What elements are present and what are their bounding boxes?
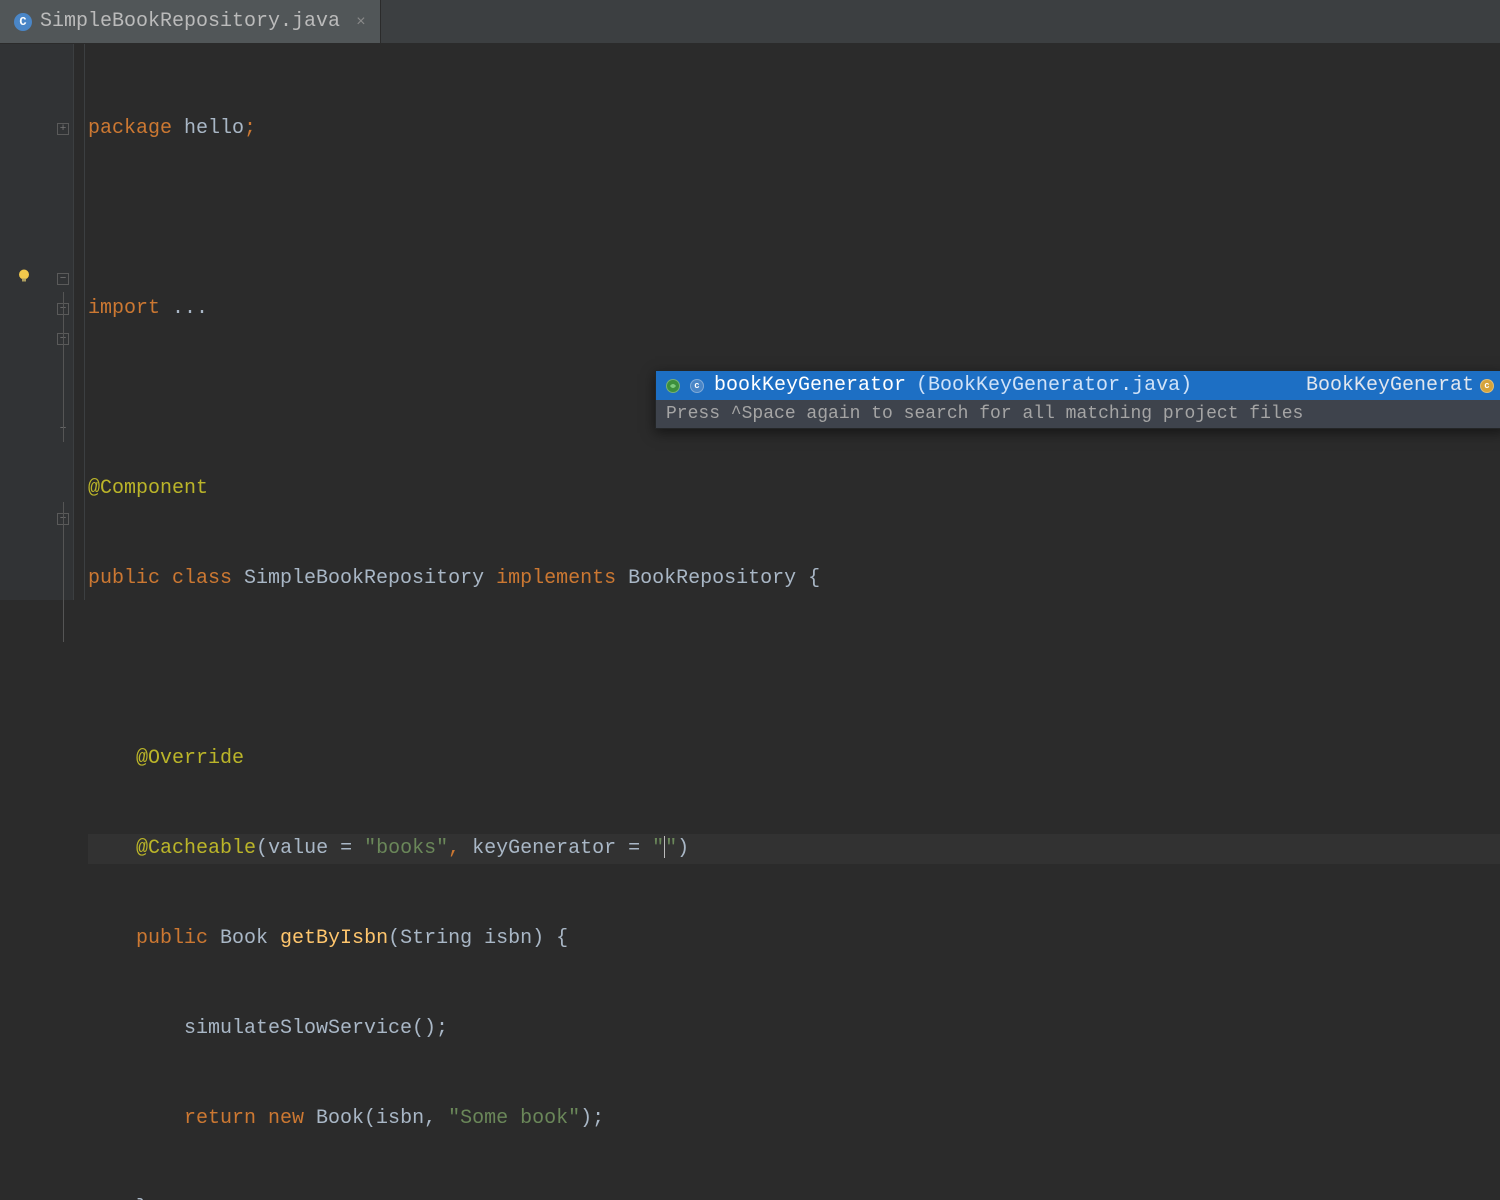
fold-line: [63, 502, 64, 642]
completion-file: (BookKeyGenerator.java): [916, 374, 1192, 397]
code-line[interactable]: [88, 654, 1500, 684]
close-icon[interactable]: ×: [356, 13, 366, 31]
code-editor[interactable]: package hello; import ... @Component pub…: [74, 44, 1500, 600]
class-icon: c: [690, 379, 704, 393]
class-file-icon: C: [14, 13, 32, 31]
editor-wrap: package hello; import ... @Component pub…: [0, 44, 1500, 600]
gutter[interactable]: [0, 44, 74, 600]
code-line[interactable]: return new Book(isbn, "Some book");: [88, 1104, 1500, 1134]
code-completion-popup: c bookKeyGenerator (BookKeyGenerator.jav…: [655, 370, 1500, 429]
class-icon: c: [1480, 379, 1494, 393]
code-line[interactable]: package hello;: [88, 114, 1500, 144]
intention-bulb-icon[interactable]: [15, 267, 33, 292]
editor-tab[interactable]: C SimpleBookRepository.java ×: [0, 0, 381, 43]
tab-bar: C SimpleBookRepository.java ×: [0, 0, 1500, 44]
code-line[interactable]: @Component: [88, 474, 1500, 504]
code-line[interactable]: import ...: [88, 294, 1500, 324]
completion-item[interactable]: c bookKeyGenerator (BookKeyGenerator.jav…: [656, 371, 1500, 400]
code-line[interactable]: public Book getByIsbn(String isbn) {: [88, 924, 1500, 954]
code-line[interactable]: }: [88, 1194, 1500, 1200]
code-line[interactable]: @Override: [88, 744, 1500, 774]
code-line[interactable]: [88, 204, 1500, 234]
completion-hint: Press ^Space again to search for all mat…: [656, 400, 1500, 428]
completion-name: bookKeyGenerator: [714, 374, 906, 397]
text-caret: [664, 836, 665, 858]
bean-icon: [666, 379, 680, 393]
tab-filename: SimpleBookRepository.java: [40, 10, 340, 33]
fold-line: [63, 292, 64, 442]
fold-expand-icon[interactable]: [57, 123, 69, 135]
code-line[interactable]: public class SimpleBookRepository implem…: [88, 564, 1500, 594]
fold-collapse-icon[interactable]: [57, 273, 69, 285]
completion-type: BookKeyGenerat: [1306, 374, 1474, 397]
code-line[interactable]: @Cacheable(value = "books", keyGenerator…: [88, 834, 1500, 864]
code-line[interactable]: simulateSlowService();: [88, 1014, 1500, 1044]
